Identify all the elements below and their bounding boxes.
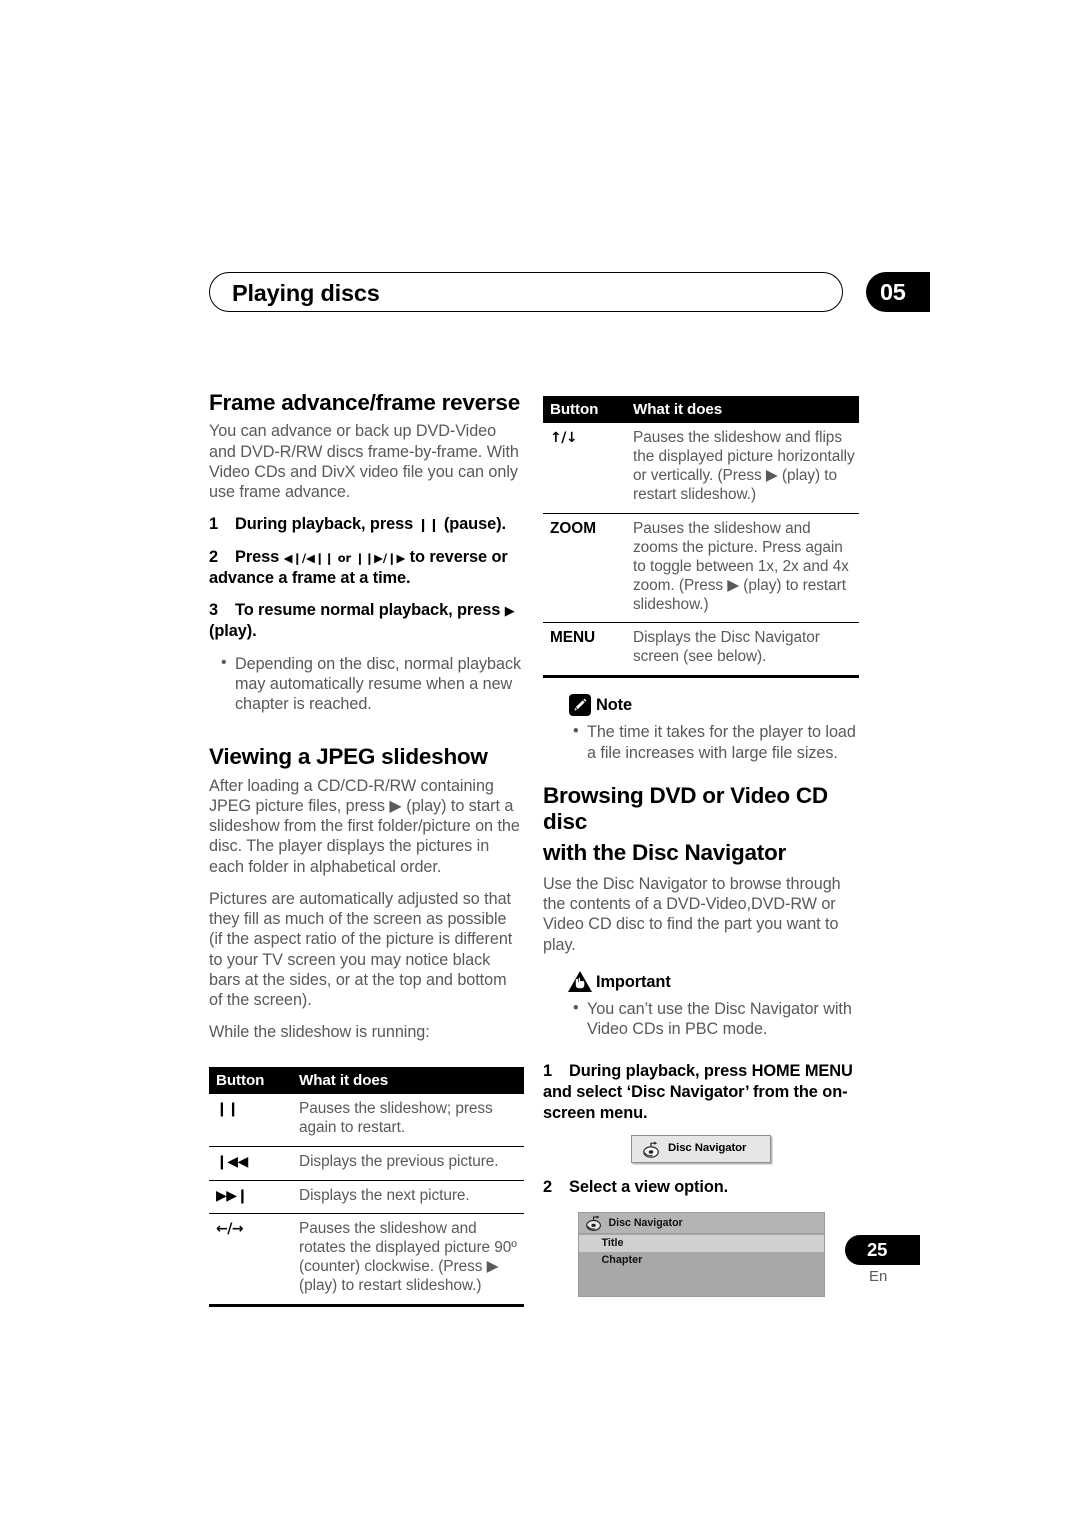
step-number: 2 [209,547,219,566]
heading-frame-advance: Frame advance/frame reverse [209,390,520,415]
pencil-icon [569,694,591,717]
important-bullets: You can’t use the Disc Navigator with Vi… [543,998,859,1040]
button-desc: Pauses the slideshow; press again to res… [299,1099,493,1136]
table-row: ↑/↓ Pauses the slideshow and flips the d… [543,423,859,513]
table-row: ❙◀◀ Displays the previous picture. [209,1145,524,1181]
note-label: Note [596,696,633,715]
step-text-after: (play). [209,622,257,640]
step-number: 3 [209,601,219,620]
list-item: Depending on the disc, normal playback m… [221,653,524,715]
step-frame-3: 3 To resume normal playback, press ▶ (pla… [209,600,524,641]
osd-titlebar: Disc Navigator [578,1212,824,1234]
button-key-next: ▶▶❙ [209,1179,292,1214]
step-navigator-2: 2 Select a view option. [543,1177,859,1198]
page-footer: 25 En [0,1235,1080,1305]
jpeg-paragraph-1: After loading a CD/CD-R/RW containing JP… [209,776,520,876]
button-desc: Pauses the slideshow and flips the displ… [633,429,855,503]
important-callout-header: Important [543,970,859,995]
warning-triangle-icon [567,970,593,993]
note-bullets: The time it takes for the player to load… [543,721,859,763]
button-desc: Displays the previous picture. [292,1145,524,1181]
pause-icon: ❙❙ [417,518,440,534]
step-frame-1: 1 During playback, press ❙❙ (pause). [209,514,524,535]
table-row: MENU Displays the Disc Navigator screen … [543,622,859,676]
chapter-number: 05 [880,279,906,305]
table-header-row: Button What it does [209,1066,524,1094]
running-header: Playing discs 05 [209,272,930,314]
table-row: ▶▶❙ Displays the next picture. [209,1179,524,1214]
slideshow-button-table-continued: Button What it does ↑/↓ Pauses the slide… [543,396,859,676]
page-number-badge: 25 [845,1235,920,1265]
column-header-what-it-does: What it does [292,1066,524,1094]
button-desc: Displays the Disc Navigator screen (see … [626,622,859,676]
table-row: ZOOM Pauses the slideshow and zooms the … [543,512,859,623]
step-frame-2: 2 Press ◀❙/◀❙❙ or ❙❙▶/❙▶ to reverse or ad… [209,547,524,588]
osd-title-label: Disc Navigator [608,1216,683,1229]
frame-advance-bullets: Depending on the disc, normal playback m… [209,653,524,715]
frame-advance-intro: You can advance or back up DVD-Video and… [209,422,519,502]
language-code: En [869,1268,888,1285]
step-number: 1 [209,515,219,534]
heading-disc-navigator-line2: with the Disc Navigator [543,840,787,866]
list-item: You can’t use the Disc Navigator with Vi… [573,998,859,1040]
column-header-what-it-does: What it does [626,396,859,423]
osd-button-screenshot: Disc Navigator [543,1135,859,1164]
step-text-after: (pause). [439,515,506,534]
table-row: ❙❙ Pauses the slideshow; press again to … [209,1094,524,1146]
important-label: Important [596,972,671,991]
button-key-pause: ❙❙ [216,1100,239,1117]
button-desc: Pauses the slideshow and zooms the pictu… [626,512,859,623]
heading-jpeg-slideshow: Viewing a JPEG slideshow [209,744,488,770]
button-key-up-down-arrows: ↑/↓ [550,430,578,446]
frame-step-icons: ◀❙/◀❙❙ or ❙❙▶/❙▶ [283,550,406,565]
step-number: 2 [543,1178,553,1197]
disc-navigator-osd-button[interactable]: Disc Navigator [631,1135,771,1164]
table-header-row: Button What it does [543,396,859,423]
button-key-zoom: ZOOM [543,512,626,623]
step-navigator-1: 1 During playback, press HOME MENU and se… [543,1061,859,1123]
step-text: During playback, press HOME MENU and sel… [543,1062,853,1122]
jpeg-paragraph-2: Pictures are automatically adjusted so t… [209,889,513,1010]
left-column: Frame advance/frame reverse You can adva… [209,390,524,1308]
list-item: The time it takes for the player to load… [573,721,859,763]
column-header-button: Button [543,396,626,423]
disc-icon [585,1214,604,1233]
button-key-menu: MENU [543,622,626,676]
disc-navigator-intro: Use the Disc Navigator to browse through… [543,874,841,954]
right-column: Button What it does ↑/↓ Pauses the slide… [543,396,859,1297]
table-bottom-rule [543,675,859,679]
column-header-button: Button [209,1066,292,1094]
manual-page: Playing discs 05 Frame advance/frame rev… [0,0,1080,1528]
page-number: 25 [867,1239,888,1260]
play-icon: ▶ [504,604,515,620]
page-title: Playing discs [232,280,380,306]
step-text-before: During playback, press [235,515,418,534]
heading-disc-navigator-line1: Browsing DVD or Video CD disc [543,782,828,835]
osd-button-label: Disc Navigator [668,1142,747,1155]
button-key-previous: ❙◀◀ [209,1145,292,1181]
jpeg-paragraph-3: While the slideshow is running: [209,1023,430,1042]
chapter-badge: 05 [866,272,930,312]
step-number: 1 [543,1062,553,1081]
note-callout-header: Note [543,694,859,718]
step-text-before: Press [235,547,284,566]
step-text: Select a view option. [569,1178,729,1197]
step-text-before: To resume normal playback, press [235,601,505,620]
button-desc: Displays the next picture. [292,1179,524,1214]
disc-icon [642,1140,662,1160]
header-pill: Playing discs [209,272,843,312]
